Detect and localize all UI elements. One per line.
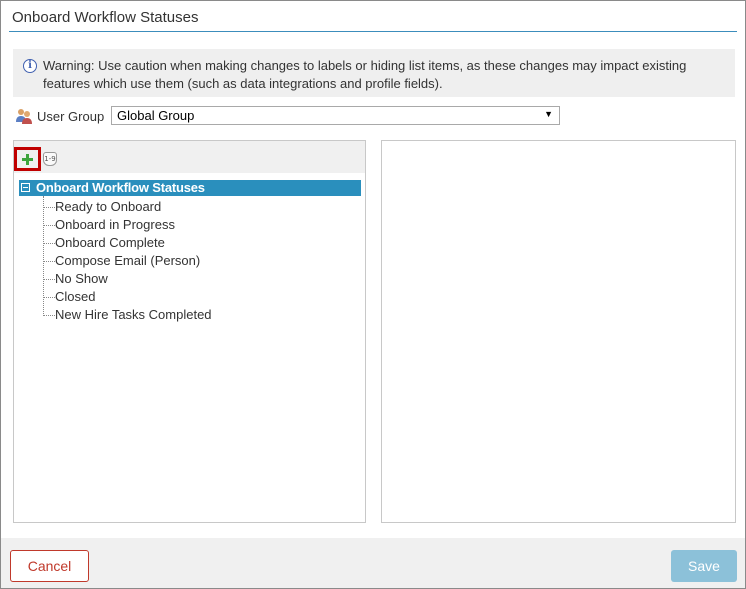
tree-branch-line (43, 207, 55, 208)
tree-item[interactable]: Onboard in Progress (43, 216, 343, 234)
workflow-statuses-dialog: Onboard Workflow Statuses i Warning: Use… (0, 0, 746, 589)
dropdown-arrow-icon: ▼ (544, 109, 553, 119)
collapse-icon[interactable] (21, 183, 30, 192)
user-group-row: User Group Global Group ▼ (15, 106, 575, 128)
tree-item-label: Closed (55, 289, 96, 304)
warning-banner: i Warning: Use caution when making chang… (13, 49, 735, 97)
tree-branch-line (43, 315, 55, 316)
tree-branch-line (43, 261, 55, 262)
dialog-footer: Cancel Save (1, 538, 745, 588)
tree-item-label: Onboard in Progress (55, 217, 175, 232)
tree-item[interactable]: Compose Email (Person) (43, 252, 343, 270)
tree-item-label: Ready to Onboard (55, 199, 162, 214)
tree-root-label: Onboard Workflow Statuses (36, 180, 205, 195)
tree-item-label: New Hire Tasks Completed (55, 307, 212, 322)
user-group-icon (16, 109, 32, 124)
user-group-select[interactable]: Global Group ▼ (111, 106, 560, 125)
tree-branch-line (43, 243, 55, 244)
tree-item[interactable]: Closed (43, 288, 343, 306)
tree-panel: 1-9 Onboard Workflow Statuses Ready to O… (13, 140, 366, 523)
dialog-title: Onboard Workflow Statuses (12, 9, 199, 26)
tree-toolbar: 1-9 (14, 141, 365, 173)
tree-item-label: Onboard Complete (55, 235, 165, 250)
tree-item[interactable]: No Show (43, 270, 343, 288)
title-divider (9, 31, 737, 32)
info-icon: i (23, 59, 37, 73)
details-panel (381, 140, 736, 523)
tree-item-label: No Show (55, 271, 108, 286)
user-group-label: User Group (37, 109, 105, 124)
tree-item[interactable]: Onboard Complete (43, 234, 343, 252)
sort-numeric-icon[interactable]: 1-9 (43, 152, 57, 166)
warning-line-1: Warning: Use caution when making changes… (43, 58, 687, 73)
tree-branch-line (43, 297, 55, 298)
tree-item[interactable]: New Hire Tasks Completed (43, 306, 343, 324)
save-button[interactable]: Save (671, 550, 737, 582)
plus-icon-vertical (26, 154, 29, 165)
tree-branch-line (43, 279, 55, 280)
tree-item[interactable]: Ready to Onboard (43, 198, 343, 216)
cancel-button[interactable]: Cancel (10, 550, 89, 582)
warning-line-2: features which use them (such as data in… (43, 76, 443, 91)
tree-branch-line (43, 225, 55, 226)
user-group-selected-value: Global Group (117, 108, 195, 123)
dialog-header: Onboard Workflow Statuses (1, 1, 745, 32)
add-item-button[interactable] (14, 147, 41, 171)
tree-root-node[interactable]: Onboard Workflow Statuses (19, 180, 361, 196)
tree-item-label: Compose Email (Person) (55, 253, 201, 268)
